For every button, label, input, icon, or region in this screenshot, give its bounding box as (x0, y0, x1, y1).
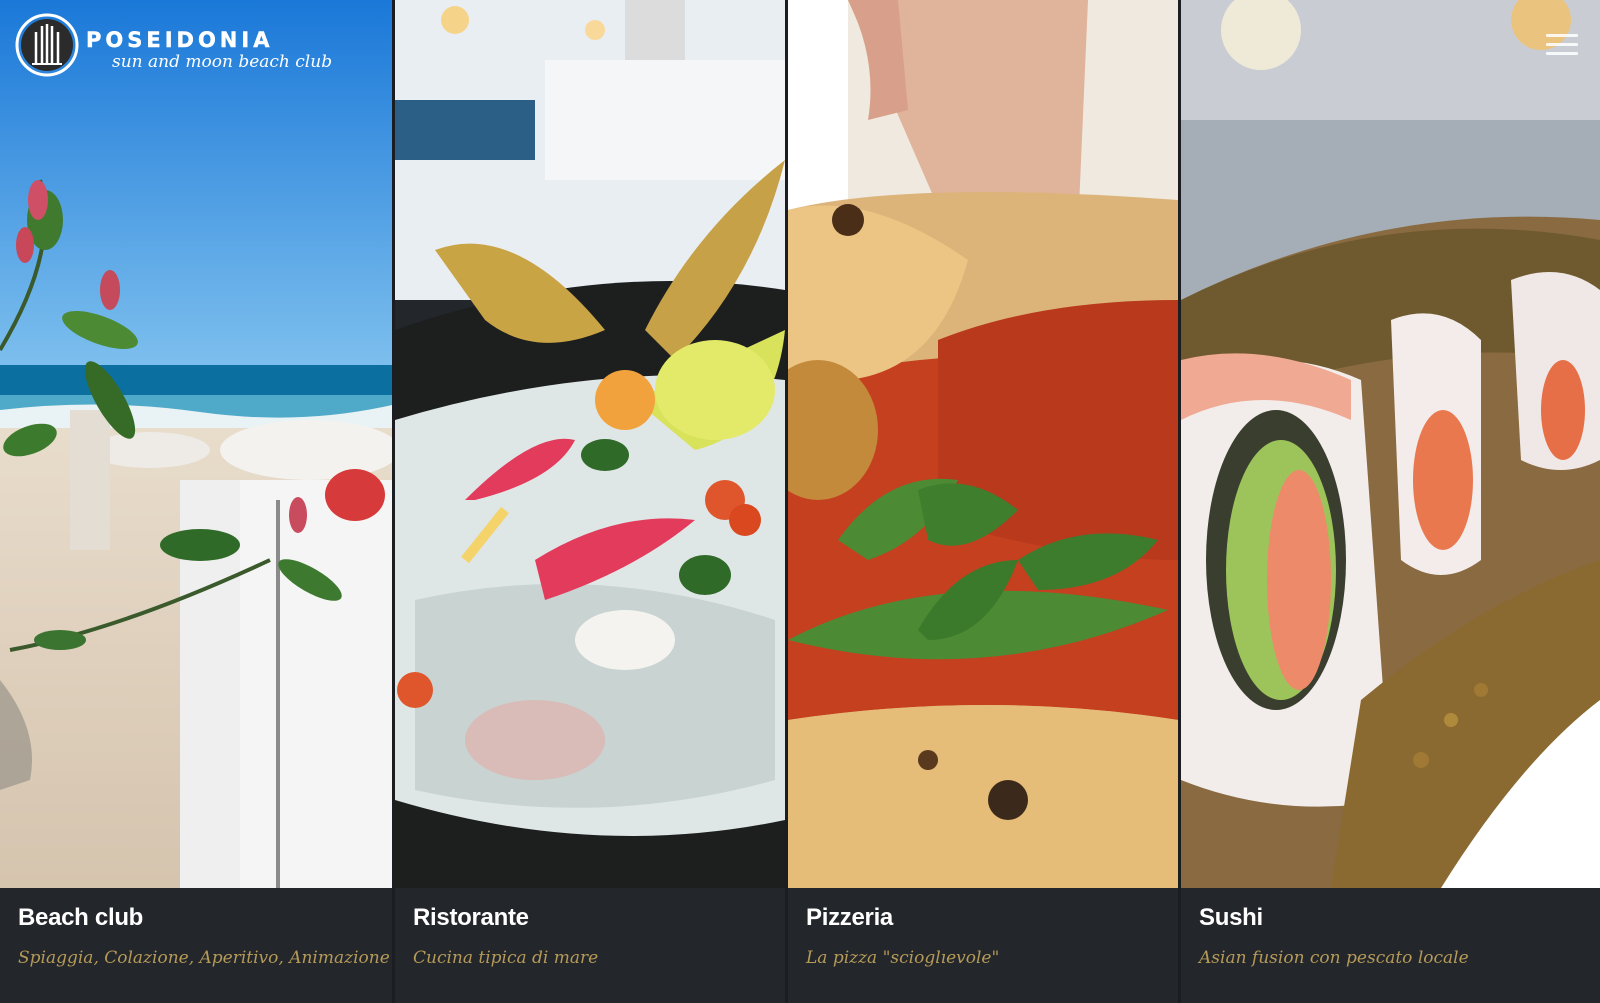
panel-caption: Ristorante Cucina tipica di mare (395, 888, 785, 1003)
panel-caption: Beach club Spiaggia, Colazione, Aperitiv… (0, 888, 392, 1003)
panel-subtitle: Spiaggia, Colazione, Aperitivo, Animazio… (18, 948, 390, 968)
hamburger-menu-icon[interactable] (1546, 34, 1578, 56)
pizza-photo (788, 0, 1178, 888)
panel-title: Beach club (18, 904, 144, 931)
panel-subtitle: Cucina tipica di mare (413, 948, 599, 968)
sushi-photo (1181, 0, 1600, 888)
brand-tagline: sun and moon beach club (112, 52, 333, 72)
brand-logo[interactable]: POSEIDONIA sun and moon beach club (14, 12, 332, 78)
beach-photo (0, 0, 392, 888)
panel-caption: Sushi Asian fusion con pescato locale (1181, 888, 1600, 1003)
panel-sushi[interactable]: Sushi Asian fusion con pescato locale (1178, 0, 1600, 1003)
panel-beach-club[interactable]: POSEIDONIA sun and moon beach club Beach… (0, 0, 392, 1003)
panel-caption: Pizzeria La pizza "scioglıevole" (788, 888, 1178, 1003)
panel-title: Pizzeria (806, 904, 893, 931)
panel-ristorante[interactable]: Ristorante Cucina tipica di mare (392, 0, 785, 1003)
panel-title: Ristorante (413, 904, 529, 931)
panel-subtitle: La pizza "scioglıevole" (806, 948, 1000, 968)
category-panels: POSEIDONIA sun and moon beach club Beach… (0, 0, 1600, 1003)
panel-title: Sushi (1199, 904, 1263, 931)
logo-mark-icon (15, 13, 79, 77)
brand-name: POSEIDONIA (86, 28, 274, 52)
raw-fish-dish-photo (395, 0, 785, 888)
panel-subtitle: Asian fusion con pescato locale (1199, 948, 1469, 968)
panel-pizzeria[interactable]: Pizzeria La pizza "scioglıevole" (785, 0, 1178, 1003)
